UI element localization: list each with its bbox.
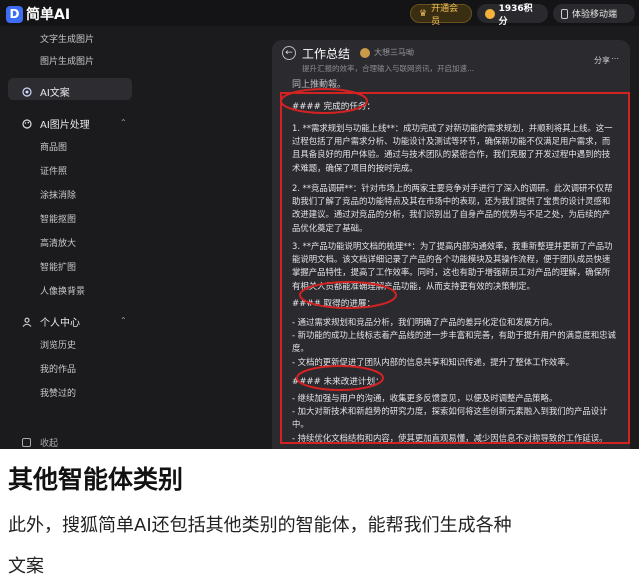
generated-summary: #### 完成的任务： 1. **需求规划与功能上线**：成功完成了对新功能的需… bbox=[280, 92, 630, 444]
collapse-sidebar-button[interactable]: 收起 bbox=[22, 436, 58, 449]
section-heading-plan: #### 未来改进计划： bbox=[292, 377, 384, 387]
scrolled-text-fragment: 同上推動報。 bbox=[292, 80, 347, 90]
mobile-app-button[interactable]: 体验移动端 bbox=[553, 4, 635, 23]
article-paragraph: 文案 bbox=[8, 556, 44, 577]
ai-icon bbox=[22, 86, 32, 97]
agent-author: 大想三马呦 bbox=[360, 47, 414, 58]
panel-subtitle: 提升汇报的效率，合理输入与联网资讯，开启加速... bbox=[302, 64, 475, 73]
more-icon[interactable]: ⋯ bbox=[611, 54, 619, 63]
vip-label: 开通会员 bbox=[431, 3, 459, 27]
points-button[interactable]: 1936积分 bbox=[477, 4, 548, 27]
summary-paragraph: - 继续加强与用户的沟通，收集更多反馈意见，以便及时调整产品策略。 - 加大对新… bbox=[292, 393, 608, 443]
collapse-label: 收起 bbox=[40, 439, 59, 449]
summary-paragraph: 3. **产品功能说明文档的梳理**：为了提高内部沟通效率，我重新整理并更新了产… bbox=[292, 241, 613, 291]
mobile-label: 体验移动端 bbox=[572, 10, 618, 20]
sidebar-item-label: AI文案 bbox=[40, 88, 70, 99]
sidebar-section-label: 个人中心 bbox=[40, 318, 80, 329]
back-arrow-icon[interactable]: ← bbox=[282, 46, 296, 60]
sidebar-item-id-photo[interactable]: 证件照 bbox=[40, 164, 67, 177]
share-button[interactable]: 分享 bbox=[594, 55, 610, 66]
summary-paragraph: 1. **需求规划与功能上线**：成功完成了对新功能的需求规划，并顺利将其上线。… bbox=[292, 123, 613, 173]
article-paragraph: 此外，搜狐简单AI还包括其他类别的智能体，能帮我们生成各种 bbox=[8, 515, 512, 536]
app-screenshot: D 简单AI ♛ 开通会员 1936积分 体验移动端 文字生成图片 图片生成图片… bbox=[0, 0, 639, 449]
sidebar-item-cutout[interactable]: 智能抠图 bbox=[40, 212, 76, 225]
summary-paragraph: - 通过需求规划和竞品分析，我们明确了产品的差异化定位和发展方向。 - 新功能的… bbox=[292, 317, 616, 367]
app-logo[interactable]: D 简单AI bbox=[6, 4, 70, 24]
palette-icon bbox=[22, 118, 32, 129]
chevron-up-icon[interactable]: ⌃ bbox=[120, 118, 127, 127]
collapse-icon bbox=[22, 438, 31, 447]
sidebar-item-ai-copywriting[interactable]: AI文案 bbox=[22, 84, 70, 99]
sidebar-section-user-center[interactable]: 个人中心 bbox=[22, 314, 80, 329]
avatar bbox=[360, 47, 370, 58]
sidebar-item-upscale[interactable]: 高清放大 bbox=[40, 236, 76, 249]
sidebar: 文字生成图片 图片生成图片 AI文案 AI图片处理 ⌃ 商品图 证件照 涂抹消除… bbox=[0, 26, 140, 449]
sidebar-item-expand[interactable]: 智能扩图 bbox=[40, 260, 76, 273]
sidebar-item-image-to-image[interactable]: 图片生成图片 bbox=[40, 54, 94, 67]
sidebar-item-bg-swap[interactable]: 人像换背景 bbox=[40, 284, 85, 297]
user-icon bbox=[22, 317, 32, 327]
sidebar-item-erase[interactable]: 涂抹消除 bbox=[40, 188, 76, 201]
sidebar-section-label: AI图片处理 bbox=[40, 120, 90, 131]
sidebar-item-liked[interactable]: 我赞过的 bbox=[40, 386, 76, 399]
summary-paragraph: 2. **竞品调研**：针对市场上的两家主要竞争对手进行了深入的调研。此次调研不… bbox=[292, 183, 613, 233]
sidebar-item-history[interactable]: 浏览历史 bbox=[40, 338, 76, 351]
article-heading: 其他智能体类别 bbox=[8, 465, 184, 494]
top-bar: D 简单AI ♛ 开通会员 1936积分 体验移动端 bbox=[0, 0, 639, 27]
section-heading-progress: #### 取得的进展： bbox=[292, 299, 376, 309]
author-name: 大想三马呦 bbox=[374, 48, 414, 57]
sidebar-item-text-to-image[interactable]: 文字生成图片 bbox=[40, 32, 94, 45]
panel-title: 工作总结 bbox=[302, 47, 351, 61]
chat-panel: ← 工作总结 大想三马呦 提升汇报的效率，合理输入与联网资讯，开启加速... 分… bbox=[272, 40, 630, 449]
points-label: 1936积分 bbox=[498, 3, 533, 27]
sidebar-item-product-image[interactable]: 商品图 bbox=[40, 140, 67, 153]
chevron-up-icon[interactable]: ⌃ bbox=[120, 316, 127, 325]
coin-icon bbox=[485, 8, 495, 19]
phone-icon bbox=[561, 8, 568, 19]
section-heading-completed: #### 完成的任务： bbox=[292, 102, 376, 112]
logo-mark-icon: D bbox=[6, 5, 23, 23]
vip-button[interactable]: ♛ 开通会员 bbox=[410, 4, 472, 27]
crown-icon: ♛ bbox=[419, 8, 428, 19]
sidebar-item-my-works[interactable]: 我的作品 bbox=[40, 362, 76, 375]
sidebar-section-image-processing[interactable]: AI图片处理 bbox=[22, 116, 90, 131]
logo-text: 简单AI bbox=[26, 7, 71, 23]
